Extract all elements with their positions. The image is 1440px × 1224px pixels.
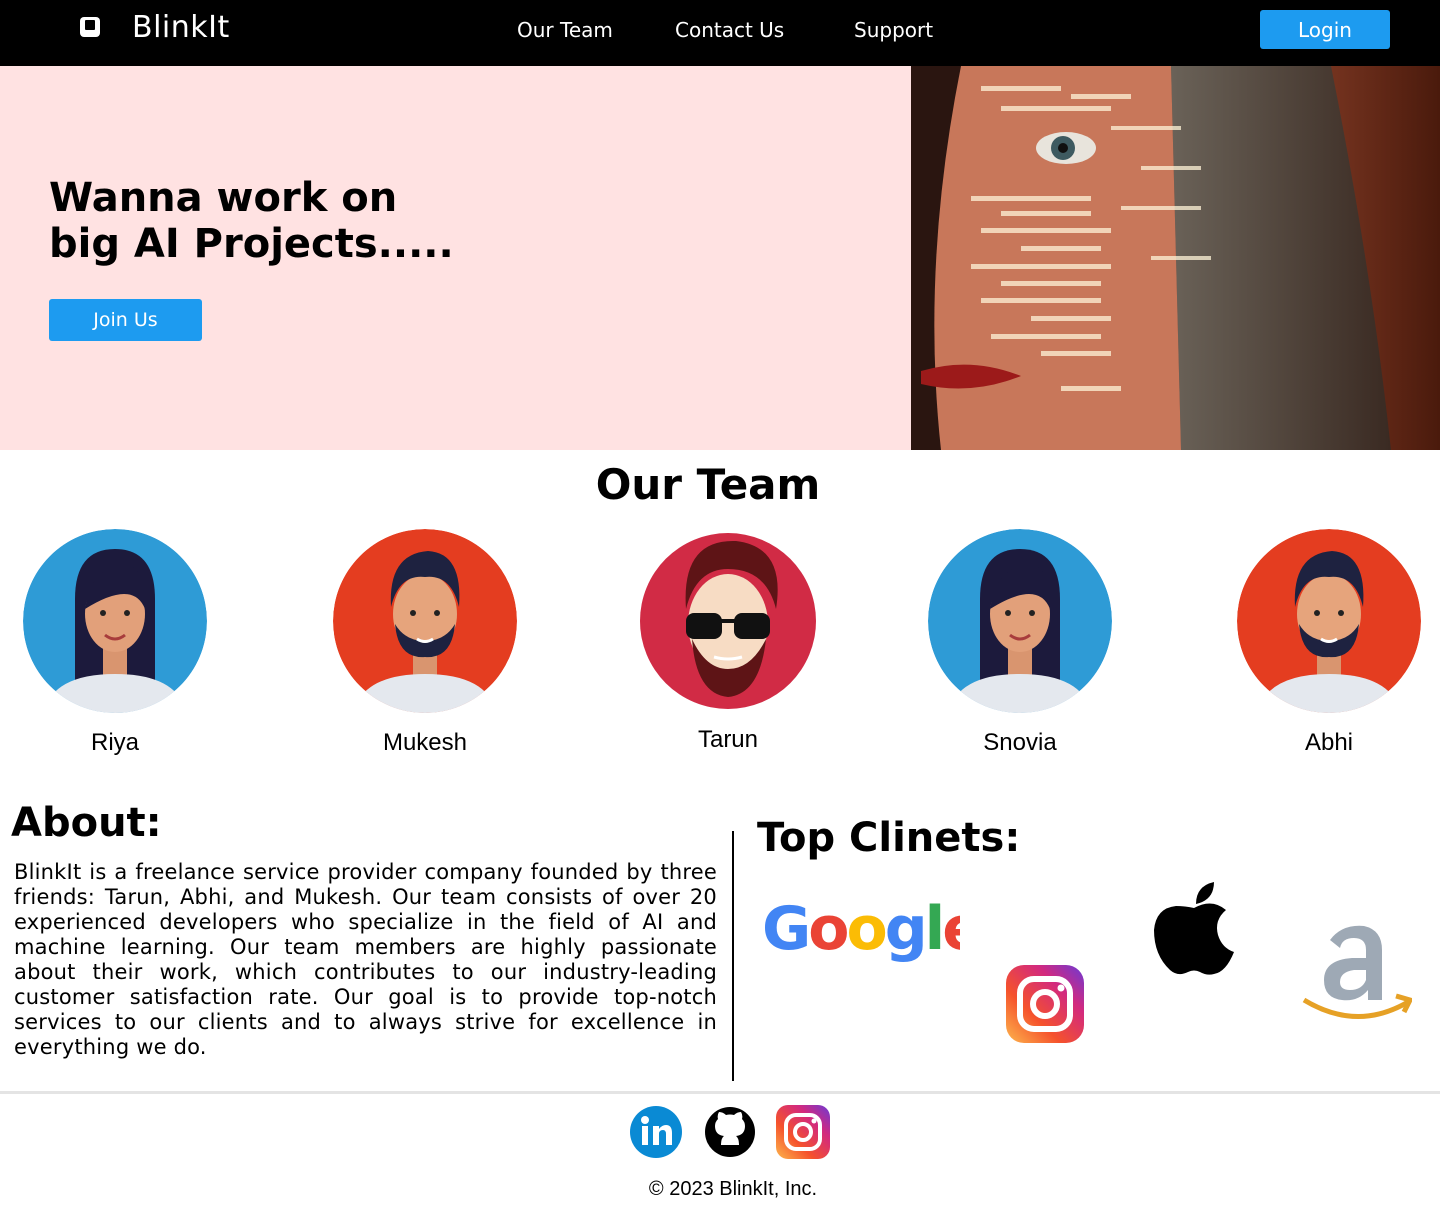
hero-title: Wanna work on big AI Projects.....: [49, 175, 454, 267]
team-member-name: Abhi: [1304, 729, 1354, 756]
section-divider: [732, 831, 734, 1081]
amazon-logo[interactable]: [1302, 920, 1412, 1026]
male-avatar-icon: [333, 529, 517, 713]
about-title: About:: [11, 800, 162, 846]
navbar: BlinkIt Our Team Contact Us Support Logi…: [0, 0, 1440, 66]
about-text: BlinkIt is a freelance service provider …: [14, 860, 717, 1059]
nav-link-our-team[interactable]: Our Team: [517, 18, 613, 42]
team-member-card[interactable]: Riya: [23, 529, 207, 756]
hero-image: [911, 66, 1440, 450]
male-avatar-icon: [1237, 529, 1421, 713]
footer-divider: [0, 1091, 1440, 1094]
team-member-name: Mukesh: [382, 729, 468, 756]
github-icon[interactable]: [703, 1105, 757, 1159]
linkedin-icon[interactable]: [629, 1105, 683, 1159]
team-member-name: Riya: [90, 729, 139, 756]
team-member-name: Snovia: [983, 729, 1057, 756]
team-member-card[interactable]: Abhi: [1237, 529, 1421, 756]
apple-logo[interactable]: [1152, 880, 1236, 978]
hero-title-line-2: big AI Projects.....: [49, 221, 454, 267]
copyright-text: © 2023 BlinkIt, Inc.: [648, 1178, 818, 1200]
clients-title: Top Clinets:: [757, 815, 1021, 861]
hero-section: Wanna work on big AI Projects..... Join …: [0, 66, 911, 450]
google-logo[interactable]: Google: [762, 895, 960, 965]
instagram-icon[interactable]: [776, 1105, 830, 1159]
logo-icon[interactable]: [79, 16, 103, 40]
svg-text:Google: Google: [762, 895, 960, 964]
brand-name[interactable]: BlinkIt: [132, 10, 230, 45]
team-member-name: Tarun: [697, 726, 759, 753]
nav-link-contact-us[interactable]: Contact Us: [675, 18, 784, 42]
female-avatar-icon: [928, 529, 1112, 713]
login-button[interactable]: Login: [1260, 10, 1390, 49]
instagram-logo[interactable]: [1006, 965, 1084, 1043]
team-member-card[interactable]: Tarun: [636, 529, 820, 753]
male-avatar-sunglasses-icon: [640, 533, 816, 709]
team-section-title: Our Team: [595, 460, 821, 509]
female-avatar-icon: [23, 529, 207, 713]
nav-link-support[interactable]: Support: [854, 18, 933, 42]
join-us-button[interactable]: Join Us: [49, 299, 202, 341]
hero-title-line-1: Wanna work on: [49, 175, 398, 221]
team-member-card[interactable]: Snovia: [928, 529, 1112, 756]
team-member-card[interactable]: Mukesh: [333, 529, 517, 756]
